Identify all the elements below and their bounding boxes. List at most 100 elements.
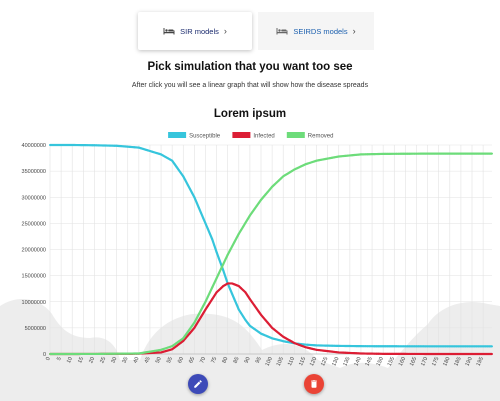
data-point	[373, 352, 376, 355]
data-point	[264, 193, 267, 196]
data-point	[220, 267, 223, 270]
data-point	[475, 345, 478, 348]
data-point	[164, 350, 167, 353]
legend-item[interactable]: Susceptible	[168, 132, 221, 140]
data-point	[473, 352, 476, 355]
page-subtitle: After click you will see a linear graph …	[131, 82, 369, 89]
data-point	[55, 144, 58, 146]
data-point	[173, 346, 176, 349]
data-point	[415, 352, 418, 355]
data-point	[73, 352, 76, 355]
data-point	[448, 352, 451, 355]
data-point	[439, 352, 442, 355]
data-point	[202, 312, 205, 315]
data-point	[353, 154, 356, 157]
data-point	[195, 201, 198, 204]
data-point	[251, 211, 254, 214]
data-point	[142, 351, 145, 354]
data-point	[326, 344, 329, 347]
data-point	[379, 352, 382, 355]
data-point	[371, 345, 374, 348]
data-point	[180, 341, 183, 344]
data-point	[146, 149, 149, 152]
data-point	[217, 257, 220, 260]
data-point	[459, 345, 462, 348]
data-point	[402, 152, 405, 155]
data-point	[417, 345, 420, 348]
delete-button[interactable]	[304, 374, 324, 394]
data-point	[88, 144, 91, 147]
legend-label: Removed	[308, 134, 334, 140]
data-point	[131, 352, 134, 355]
data-point	[88, 352, 91, 355]
data-point	[431, 352, 434, 355]
data-point	[75, 352, 78, 355]
data-point	[244, 319, 247, 322]
data-point	[364, 352, 367, 355]
data-point	[408, 352, 411, 355]
legend-item[interactable]: Infected	[232, 132, 275, 140]
data-point	[366, 345, 369, 348]
data-point	[204, 222, 207, 225]
data-point	[235, 237, 238, 239]
data-point	[282, 175, 285, 178]
data-point	[397, 152, 400, 155]
data-point	[137, 146, 140, 149]
data-point	[344, 154, 347, 157]
data-point	[157, 351, 160, 354]
data-point	[351, 154, 354, 157]
data-point	[97, 352, 100, 355]
data-point	[211, 298, 214, 301]
data-point	[128, 145, 131, 148]
data-point	[195, 323, 198, 326]
data-point	[291, 340, 294, 343]
tab-seirds-models[interactable]: SEIRDS models ›	[258, 12, 374, 50]
tab-label: SIR models	[180, 26, 219, 36]
data-point	[371, 153, 374, 156]
data-point	[491, 353, 493, 355]
data-point	[49, 353, 51, 355]
data-point	[271, 185, 274, 188]
data-point	[166, 346, 169, 349]
data-point	[302, 345, 305, 348]
data-point	[364, 153, 367, 156]
edit-button[interactable]	[188, 374, 208, 394]
data-point	[406, 152, 409, 155]
data-point	[253, 304, 256, 307]
data-point	[206, 305, 209, 308]
data-point	[284, 337, 287, 340]
data-point	[402, 345, 405, 348]
data-point	[213, 281, 216, 284]
y-tick-label: 35000000	[22, 169, 46, 175]
data-point	[166, 349, 169, 352]
data-point	[304, 343, 307, 346]
data-point	[399, 345, 402, 348]
data-point	[286, 172, 289, 175]
chevron-right-icon: ›	[223, 26, 227, 36]
data-point	[406, 345, 409, 348]
data-point	[322, 344, 325, 347]
data-point	[82, 144, 85, 147]
data-point	[435, 152, 438, 155]
data-point	[439, 345, 442, 348]
data-point	[84, 352, 87, 355]
data-point	[260, 313, 263, 316]
data-point	[231, 292, 234, 295]
data-point	[100, 144, 103, 147]
data-point	[97, 144, 100, 147]
data-point	[399, 152, 402, 155]
tab-sir-models[interactable]: SIR models ›	[138, 12, 252, 50]
data-point	[377, 352, 380, 355]
data-point	[315, 348, 318, 351]
data-point	[426, 345, 429, 348]
data-point	[337, 155, 340, 158]
legend-item[interactable]: Removed	[286, 132, 334, 140]
data-point	[162, 154, 165, 157]
data-point	[326, 157, 329, 160]
data-point	[295, 342, 298, 345]
data-point	[455, 152, 458, 155]
data-point	[422, 152, 425, 155]
data-point	[211, 238, 214, 241]
data-point	[444, 352, 447, 355]
data-point	[117, 352, 120, 355]
